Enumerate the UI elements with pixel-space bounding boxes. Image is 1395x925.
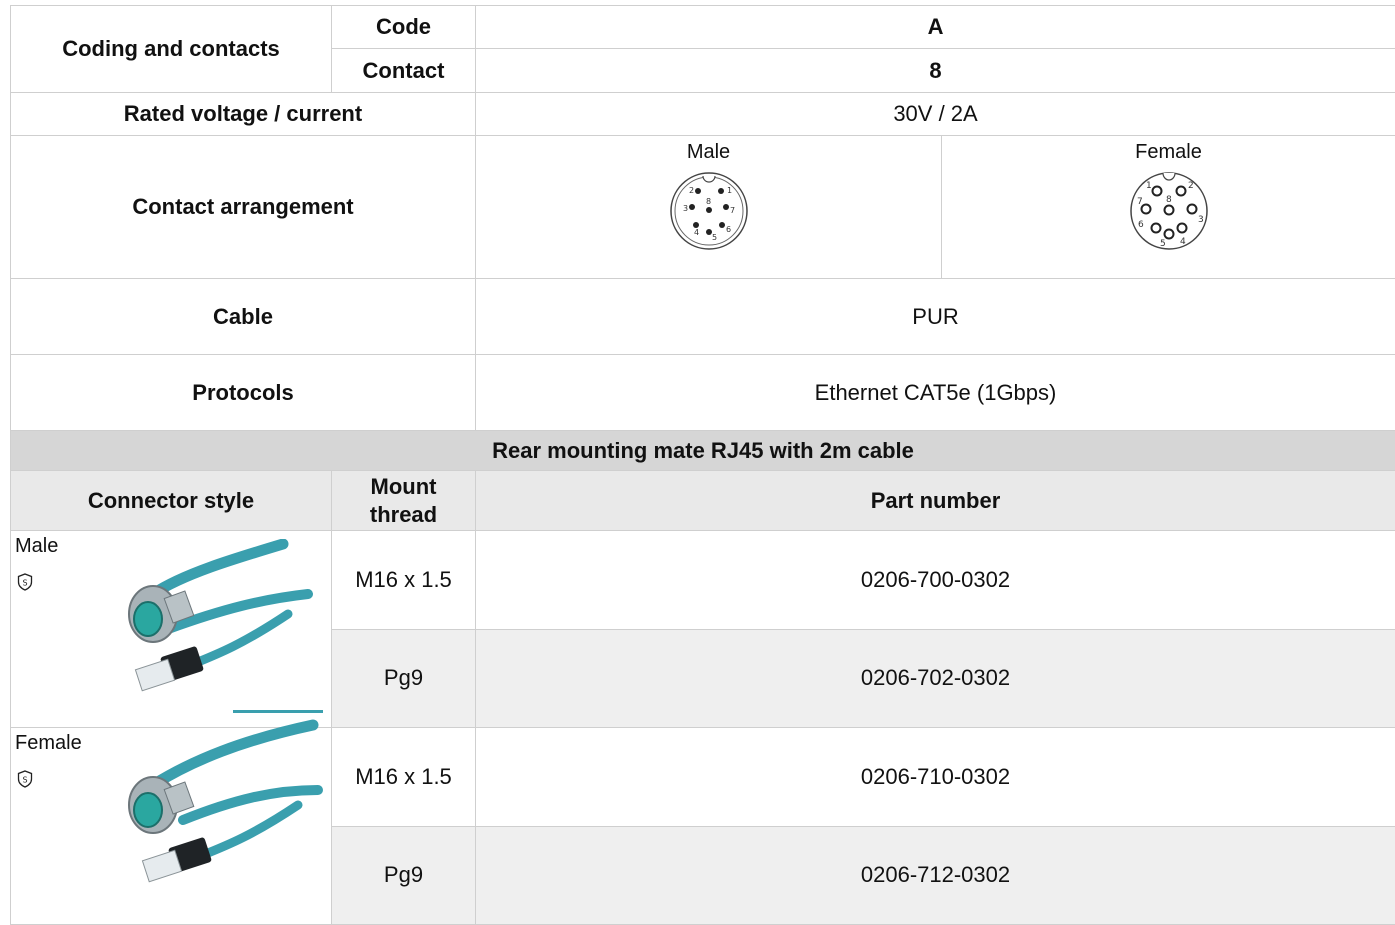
thread-female-2: Pg9 xyxy=(332,826,476,925)
female-pin-7: 7 xyxy=(1137,197,1143,207)
protocols-label: Protocols xyxy=(11,355,476,431)
female-arrangement-label: Female xyxy=(1135,141,1202,164)
mating-title: Rear mounting mate RJ45 with 2m cable xyxy=(11,431,1395,471)
thread-male-2: Pg9 xyxy=(332,629,476,728)
part-male-1: 0206-700-0302 xyxy=(476,531,1395,630)
female-pin-8: 8 xyxy=(1166,195,1172,205)
coding-contacts-label: Coding and contacts xyxy=(11,6,332,93)
part-female-1: 0206-710-0302 xyxy=(476,728,1395,827)
mount-thread-header-line1: Mount xyxy=(371,474,437,499)
female-pin-diagram: 1 2 3 4 5 6 7 8 xyxy=(1128,170,1210,252)
part-male-2: 0206-702-0302 xyxy=(476,629,1395,728)
thread-male-1: M16 x 1.5 xyxy=(332,531,476,630)
female-pin-2: 2 xyxy=(1188,181,1194,191)
female-cable-assembly-image xyxy=(123,710,323,885)
female-pin-3: 3 xyxy=(1198,215,1204,225)
cable-label: Cable xyxy=(11,279,476,355)
female-pin-1: 1 xyxy=(1146,181,1152,191)
code-value: A xyxy=(476,6,1395,49)
thread-female-1: M16 x 1.5 xyxy=(332,728,476,827)
connector-style-male: Male xyxy=(15,535,58,558)
male-pin-8: 8 xyxy=(706,197,711,206)
shield-badge-text: S xyxy=(22,579,27,588)
spec-sheet: Coding and contacts Code A Contact 8 Rat… xyxy=(0,0,1395,921)
male-pin-4: 4 xyxy=(694,228,699,237)
male-pin-6: 6 xyxy=(726,225,731,234)
female-pin-4: 4 xyxy=(1180,237,1186,247)
spec-table: Coding and contacts Code A Contact 8 Rat… xyxy=(10,5,1395,925)
male-pin-3: 3 xyxy=(683,204,688,213)
shield-s-icon: S xyxy=(17,770,33,788)
male-cable-assembly-image xyxy=(123,539,313,699)
female-arrangement-cell: Female 1 2 3 4 5 xyxy=(942,136,1395,279)
male-pin-2: 2 xyxy=(689,186,694,195)
mount-thread-header-line2: thread xyxy=(370,502,437,527)
shield-badge-text: S xyxy=(22,776,27,785)
mount-thread-header: Mount thread xyxy=(332,471,476,531)
part-number-header: Part number xyxy=(476,471,1395,531)
female-pin-6: 6 xyxy=(1138,220,1144,230)
male-arrangement-cell: Male 1 2 3 4 xyxy=(476,136,942,279)
code-label: Code xyxy=(332,6,476,49)
male-connector-cell: Male S xyxy=(11,531,332,728)
arrangement-label: Contact arrangement xyxy=(11,136,476,279)
connector-style-female: Female xyxy=(15,732,82,755)
cable-value: PUR xyxy=(476,279,1395,355)
contact-value: 8 xyxy=(476,49,1395,93)
rated-label: Rated voltage / current xyxy=(11,93,476,136)
male-arrangement-label: Male xyxy=(687,141,730,164)
contact-label: Contact xyxy=(332,49,476,93)
female-connector-cell: Female S xyxy=(11,728,332,925)
male-pin-diagram: 1 2 3 4 5 6 7 8 xyxy=(668,170,750,252)
male-pin-5: 5 xyxy=(712,233,717,242)
connector-style-header: Connector style xyxy=(11,471,332,531)
male-pin-7: 7 xyxy=(730,206,735,215)
male-pin-1: 1 xyxy=(727,186,732,195)
part-female-2: 0206-712-0302 xyxy=(476,826,1395,925)
protocols-value: Ethernet CAT5e (1Gbps) xyxy=(476,355,1395,431)
rated-value: 30V / 2A xyxy=(476,93,1395,136)
shield-s-icon: S xyxy=(17,573,33,591)
female-pin-5: 5 xyxy=(1160,239,1166,249)
